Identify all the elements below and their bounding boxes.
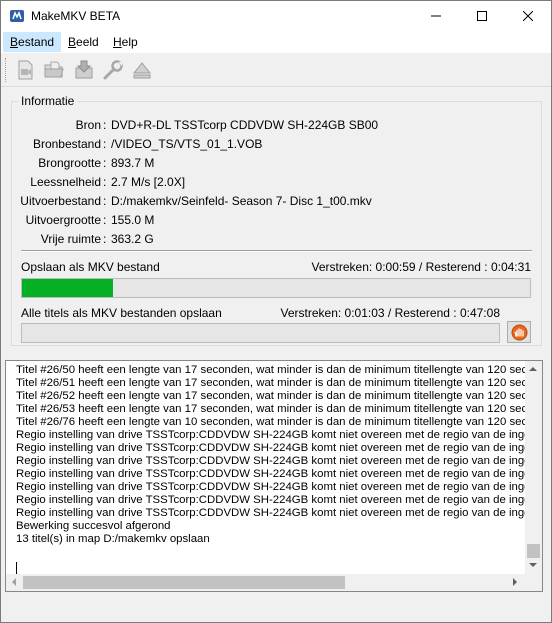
menu-help[interactable]: Help [106,32,145,52]
log-line: Regio instelling van drive TSSTcorp:CDDV… [16,507,526,519]
info-label: Uitvoergrootte [25,213,101,227]
makemkv-app-icon [10,10,24,22]
minimize-button[interactable] [413,1,459,31]
window-title: MakeMKV BETA [31,9,121,23]
info-value-leessnelheid: 2.7 M/s [2.0X] [111,175,186,189]
menu-help-accel: H [113,35,122,49]
menu-bar: Bestand Beeld Help [1,31,551,53]
toolbar-grip[interactable] [5,58,8,82]
info-row-uitvoerbestand: Uitvoerbestand: D:/makemkv/Seinfeld- Seas… [1,193,372,209]
maximize-button[interactable] [459,1,505,31]
total-progress-bar [21,323,500,343]
total-progress-time: Verstreken: 0:01:03 / Resterend : 0:47:0… [280,306,500,320]
preferences-wrench-icon [103,60,123,80]
toolbar [1,53,551,87]
backup-button[interactable] [71,57,97,83]
preferences-button[interactable] [100,57,126,83]
menu-beeld-label: eeld [76,35,99,49]
menu-bestand-accel: B [10,35,19,49]
log-line: Titel #26/51 heeft een lengte van 17 sec… [16,377,526,389]
log-line: Regio instelling van drive TSSTcorp:CDDV… [16,494,526,506]
log-line: Regio instelling van drive TSSTcorp:CDDV… [16,481,526,493]
stop-hand-icon [511,324,528,341]
open-folder-icon [44,61,64,78]
status-bar [1,595,551,622]
info-value-brongrootte: 893.7 M [111,156,155,170]
info-label: Leessnelheid [30,175,101,189]
info-label: Bron [75,118,101,132]
menu-bestand[interactable]: Bestand [3,32,62,52]
log-line: Titel #26/53 heeft een lengte van 17 sec… [16,403,526,415]
main-window: MakeMKV BETA Bestand Beeld Help Informat… [0,0,552,623]
scroll-up-arrow-icon[interactable] [529,367,537,371]
open-folder-button[interactable] [41,57,67,83]
info-row-brongrootte: Brongrootte:893.7 M [1,155,154,171]
info-row-vrije-ruimte: Vrije ruimte:363.2 G [1,231,154,247]
log-line: Regio instelling van drive TSSTcorp:CDDV… [16,455,526,467]
info-value-uitvoerbestand: D:/makemkv/Seinfeld- Season 7- Disc 1_t0… [111,194,372,208]
current-progress-time: Verstreken: 0:00:59 / Resterend : 0:04:3… [311,260,531,274]
open-files-icon [18,60,33,80]
info-separator [21,250,532,252]
close-icon [523,11,533,21]
menu-help-label: elp [121,35,138,49]
menu-bestand-label: estand [18,35,55,49]
backup-icon [75,60,93,79]
log-line: Regio instelling van drive TSSTcorp:CDDV… [16,442,526,454]
log-lines: Titel #26/50 heeft een lengte van 17 sec… [16,364,526,546]
title-bar[interactable]: MakeMKV BETA [1,1,551,31]
info-value-uitvoergrootte: 155.0 M [111,213,155,227]
info-row-uitvoergrootte: Uitvoergrootte:155.0 M [1,212,155,228]
menu-beeld[interactable]: Beeld [61,32,106,52]
info-row-bron: Bron: DVD+R-DL TSSTcorp CDDVDW SH-224GB S… [1,117,378,133]
current-progress-bar [21,278,531,298]
close-button[interactable] [505,1,551,31]
stop-button[interactable] [507,321,531,343]
eject-icon [132,62,152,79]
info-row-bronbestand: Bronbestand:/VIDEO_TS/VTS_01_1.VOB [1,136,262,152]
current-progress-label: Opslaan als MKV bestand [21,260,160,274]
scroll-left-arrow-icon[interactable] [12,578,16,586]
info-value-bronbestand: /VIDEO_TS/VTS_01_1.VOB [111,137,263,151]
info-label: Uitvoerbestand [20,194,101,208]
open-files-button[interactable] [12,57,38,83]
info-value-bron: DVD+R-DL TSSTcorp CDDVDW SH-224GB SB00 [111,118,379,132]
maximize-icon [477,11,487,21]
log-line: 13 titel(s) in map D:/makemkv opslaan [16,533,210,545]
current-progress-fill [22,279,113,297]
log-vertical-scroll-thumb[interactable] [527,544,540,558]
log-line: Titel #26/76 heeft een lengte van 10 sec… [16,416,526,428]
log-vertical-scrollbar[interactable] [525,361,542,574]
log-line: Titel #26/52 heeft een lengte van 17 sec… [16,390,526,402]
info-row-leessnelheid: Leessnelheid:2.7 M/s [2.0X] [1,174,185,190]
info-label: Bronbestand [32,137,101,151]
log-horizontal-scroll-thumb[interactable] [23,576,345,589]
info-label: Vrije ruimte [40,232,101,246]
scroll-right-arrow-icon[interactable] [513,578,517,586]
minimize-icon [431,15,441,17]
log-horizontal-scrollbar[interactable] [6,574,525,591]
scroll-down-arrow-icon[interactable] [529,563,537,567]
log-line: Bewerking succesvol afgerond [16,520,171,532]
info-value-vrije-ruimte: 363.2 G [111,232,154,246]
info-label: Brongrootte [38,156,101,170]
eject-button[interactable] [129,57,155,83]
log-textarea[interactable]: Titel #26/50 heeft een lengte van 17 sec… [5,360,543,592]
info-group-title: Informatie [18,94,78,108]
log-line: Titel #26/50 heeft een lengte van 17 sec… [16,364,526,376]
text-caret [16,562,17,574]
total-progress-label: Alle titels als MKV bestanden opslaan [21,306,222,320]
log-line: Regio instelling van drive TSSTcorp:CDDV… [16,429,526,441]
log-line: Regio instelling van drive TSSTcorp:CDDV… [16,468,526,480]
scroll-corner [525,574,542,591]
menu-beeld-accel: B [68,35,77,49]
